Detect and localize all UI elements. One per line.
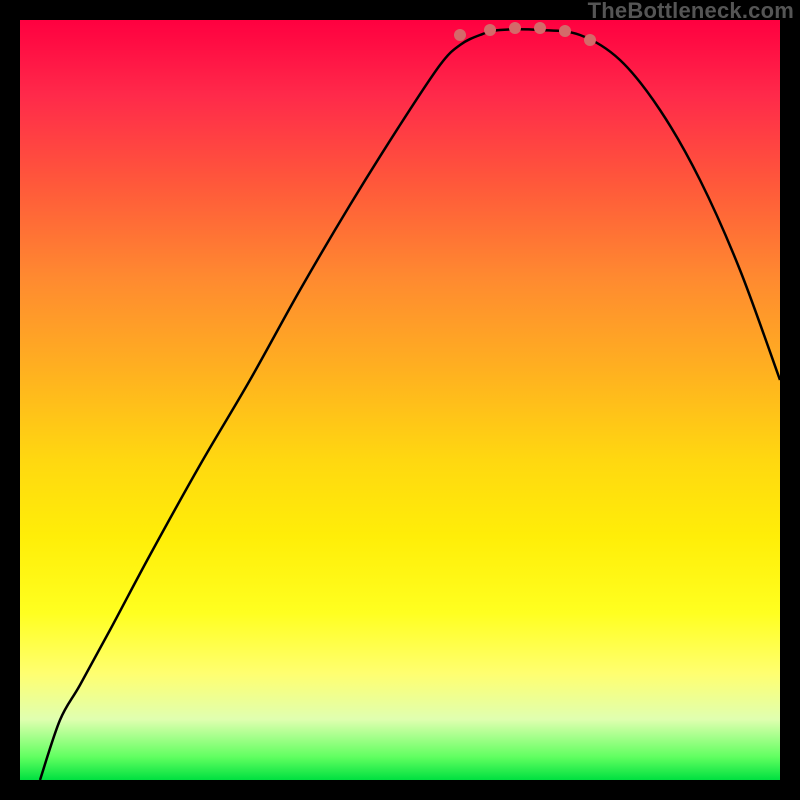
highlight-dot xyxy=(509,22,521,34)
watermark-text: TheBottleneck.com xyxy=(588,0,794,24)
highlight-dot xyxy=(559,25,571,37)
chart-frame xyxy=(20,20,780,780)
highlight-dot xyxy=(454,29,466,41)
highlight-dot xyxy=(584,34,596,46)
curve-layer xyxy=(20,20,780,780)
highlight-dot xyxy=(484,24,496,36)
highlight-dot xyxy=(534,22,546,34)
bottleneck-curve xyxy=(40,29,780,780)
